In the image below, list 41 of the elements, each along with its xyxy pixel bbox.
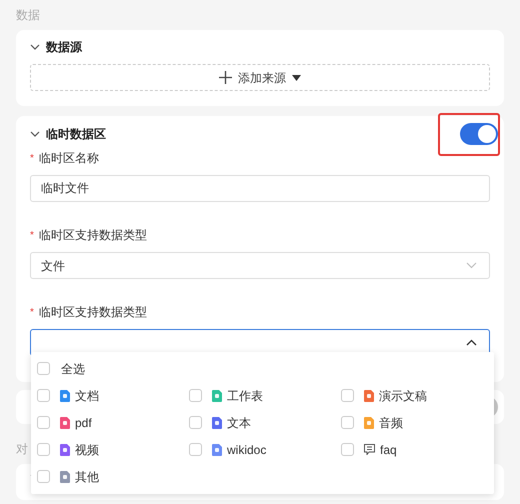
- option-label[interactable]: wikidoc: [227, 440, 266, 458]
- select-field[interactable]: 文件: [30, 252, 490, 279]
- option-label[interactable]: pdf: [75, 414, 92, 432]
- option-label[interactable]: 文档: [75, 386, 99, 404]
- checkbox[interactable]: [189, 389, 202, 402]
- chat-icon: [364, 444, 375, 455]
- checkbox[interactable]: [189, 416, 202, 429]
- checkbox[interactable]: [37, 443, 50, 456]
- checkbox[interactable]: [189, 443, 202, 456]
- plus-icon: [219, 71, 232, 84]
- checkbox[interactable]: [341, 416, 354, 429]
- option-label[interactable]: 文本: [227, 414, 251, 432]
- checkbox[interactable]: [37, 389, 50, 402]
- section-title: 临时数据区: [46, 126, 106, 143]
- required-mark: *: [30, 306, 35, 320]
- option-label[interactable]: 演示文稿: [379, 386, 427, 404]
- checkbox[interactable]: [37, 470, 50, 483]
- field-label: 临时区名称: [39, 150, 99, 167]
- field-label: 临时区支持数据类型: [39, 304, 147, 321]
- checkbox[interactable]: [37, 416, 50, 429]
- required-mark: *: [30, 152, 35, 166]
- field-label: 临时区支持数据类型: [39, 227, 147, 244]
- chevron-up-icon: [466, 339, 477, 346]
- section-title: 数据源: [46, 39, 82, 56]
- option-label[interactable]: faq: [380, 440, 397, 458]
- section-label: 对: [16, 441, 28, 458]
- option-label[interactable]: 其他: [75, 468, 99, 486]
- option-label[interactable]: 工作表: [227, 386, 263, 404]
- option-label[interactable]: 全选: [61, 360, 85, 378]
- checkbox[interactable]: [341, 443, 354, 456]
- option-label[interactable]: 视频: [75, 440, 99, 458]
- section-label: 数据: [16, 7, 41, 24]
- chevron-down-icon: [466, 262, 477, 269]
- checkbox[interactable]: [37, 362, 50, 375]
- option-label[interactable]: 音频: [379, 414, 403, 432]
- input-field[interactable]: 临时文件: [30, 175, 490, 202]
- toggle-switch[interactable]: [460, 123, 498, 145]
- required-mark: *: [30, 228, 35, 242]
- caret-icon: [292, 74, 301, 80]
- add-source-button[interactable]: 添加来源: [30, 64, 490, 91]
- checkbox[interactable]: [341, 389, 354, 402]
